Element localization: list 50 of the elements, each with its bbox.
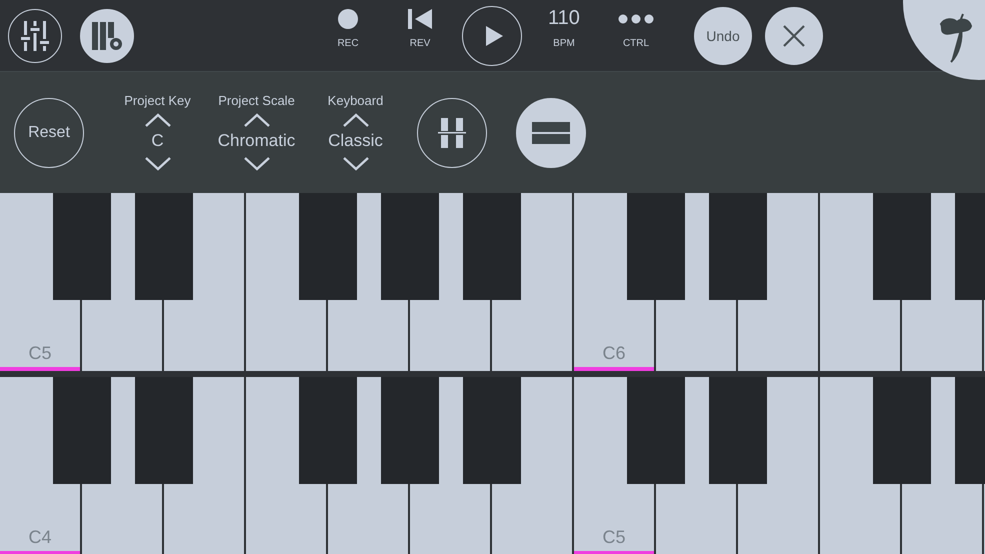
chevron-up-icon[interactable] (342, 112, 370, 128)
more-icon (618, 14, 654, 24)
split-columns-icon (438, 116, 466, 148)
mixer-icon (19, 18, 51, 52)
sharp-key[interactable] (381, 193, 439, 300)
spinner-label: Keyboard (328, 93, 384, 108)
note-label: C5 (28, 343, 52, 364)
chevron-up-icon[interactable] (144, 112, 172, 128)
undo-button[interactable]: Undo (694, 6, 752, 64)
chevron-up-icon[interactable] (242, 112, 270, 128)
play-icon (484, 24, 504, 46)
tempo-button[interactable]: 110 BPM (528, 6, 600, 66)
sharp-key[interactable] (709, 377, 767, 484)
note-label: C4 (28, 527, 52, 548)
piano-settings-button[interactable] (80, 8, 134, 62)
sharp-key[interactable] (381, 377, 439, 484)
spinner-label: Project Key (124, 93, 191, 108)
rewind-button[interactable]: REV (384, 6, 456, 66)
spinner-value: C (151, 131, 164, 151)
record-icon (337, 8, 359, 30)
sharp-key[interactable] (299, 377, 357, 484)
chevron-down-icon[interactable] (144, 156, 172, 172)
sharp-key[interactable] (627, 377, 685, 484)
sharp-key[interactable] (53, 193, 111, 300)
sharp-key[interactable] (299, 193, 357, 300)
piano-settings-icon (90, 20, 124, 52)
spinner-value: Chromatic (218, 131, 296, 151)
sharp-key[interactable] (463, 193, 521, 300)
reset-button[interactable]: Reset (14, 98, 84, 168)
spinner-label: Project Scale (218, 93, 295, 108)
note-label: C6 (602, 343, 626, 364)
sharp-key[interactable] (873, 377, 931, 484)
sharp-key[interactable] (135, 377, 193, 484)
split-keyboard-button[interactable] (417, 98, 487, 168)
chevron-down-icon[interactable] (242, 156, 270, 172)
record-button[interactable]: REC (312, 6, 384, 66)
mixer-button[interactable] (8, 8, 62, 62)
sharp-key[interactable] (627, 193, 685, 300)
sharp-key[interactable] (709, 193, 767, 300)
spinner-value: Classic (328, 131, 383, 151)
sharp-key[interactable] (135, 193, 193, 300)
sharp-key[interactable] (53, 377, 111, 484)
chevron-down-icon[interactable] (342, 156, 370, 172)
more-button[interactable]: CTRL (600, 6, 672, 66)
stacked-rows-icon (531, 120, 571, 144)
sharp-key[interactable] (873, 193, 931, 300)
rewind-icon (407, 8, 433, 30)
close-icon (782, 24, 806, 48)
sharp-key[interactable] (463, 377, 521, 484)
note-label: C5 (602, 527, 626, 548)
